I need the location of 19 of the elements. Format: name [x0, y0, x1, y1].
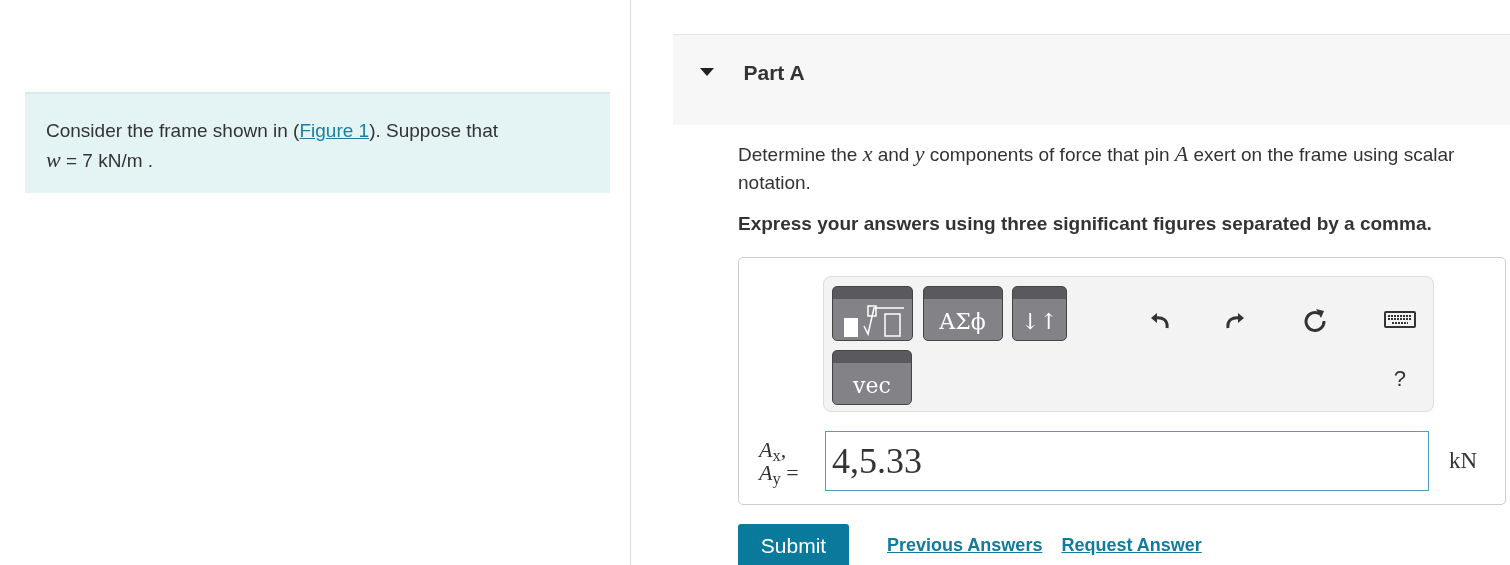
answer-input-field[interactable]: 4,5.33: [825, 430, 1429, 491]
answer-link[interactable]: Previous Answers: [887, 532, 1043, 560]
symbol-button[interactable]: ↓↑: [1012, 285, 1067, 341]
problem-text: Consider the frame shown in (Figure 1). Suppose that w = 7 kN/m .: [46, 119, 500, 174]
instruction-text: Express your answers using three significant figures separated by a comma.: [738, 212, 1433, 237]
part-title: Part A: [743, 60, 805, 86]
caret-icon: [699, 66, 715, 78]
symbol-button[interactable]: vec: [832, 350, 912, 406]
templates-button[interactable]: [832, 285, 913, 341]
keyboard-icon: [1383, 311, 1416, 329]
submit-button[interactable]: Submit: [738, 523, 849, 565]
help-button[interactable]: ?: [1393, 361, 1406, 395]
reset-icon: [1302, 307, 1327, 332]
part-header[interactable]: Part A: [673, 34, 1510, 125]
unit-label: kN: [1449, 446, 1478, 475]
question-text: Determine the x and y components of force that pin A exert on the frame using scalar notation.: [738, 140, 1456, 195]
figure-link[interactable]: Figure 1: [299, 120, 370, 141]
answer-link[interactable]: Request Answer: [1061, 532, 1202, 560]
symbol-button[interactable]: ΑΣϕ: [922, 285, 1003, 341]
